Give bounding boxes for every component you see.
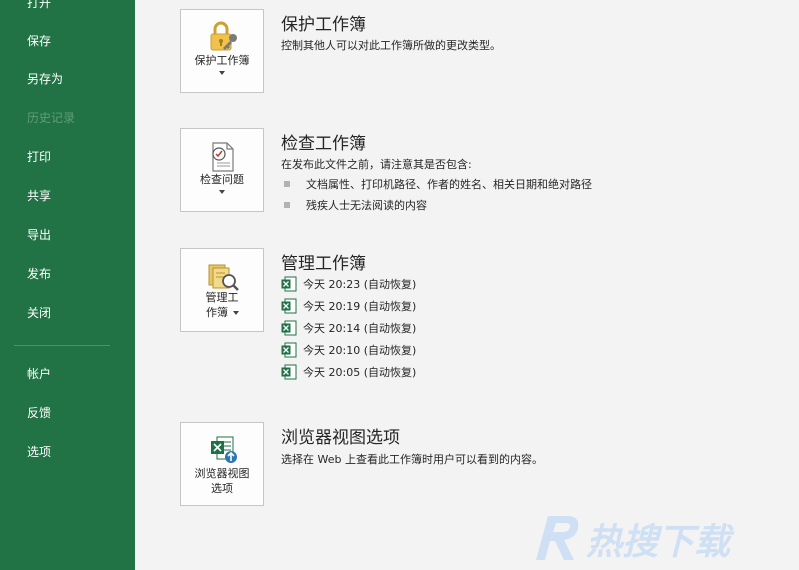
excel-file-icon — [281, 364, 297, 380]
nav-save[interactable]: 保存 — [27, 33, 51, 49]
info-panel: 保护工作簿 保护工作簿 控制其他人可以对此工作簿所做的更改类型。 检查问题 检查… — [135, 0, 799, 570]
browser-description: 选择在 Web 上查看此工作簿时用户可以看到的内容。 — [281, 453, 543, 466]
browser-title: 浏览器视图选项 — [281, 428, 400, 448]
excel-file-icon — [281, 342, 297, 358]
inspect-bullet-properties: 文档属性、打印机路径、作者的姓名、相关日期和绝对路径 — [306, 178, 592, 191]
bullet-marker — [284, 202, 290, 208]
nav-print[interactable]: 打印 — [27, 149, 51, 165]
bullet-marker — [284, 181, 290, 187]
nav-publish[interactable]: 发布 — [27, 266, 51, 282]
check-issues-button[interactable]: 检查问题 — [180, 128, 264, 212]
version-label: 今天 20:05 (自动恢复) — [303, 366, 417, 379]
browser-view-options-button[interactable]: 浏览器视图 选项 — [180, 422, 264, 506]
manage-tile-label-line1: 管理工 — [205, 291, 239, 304]
nav-account[interactable]: 帐户 — [27, 366, 51, 382]
document-check-icon — [212, 142, 234, 172]
version-label: 今天 20:23 (自动恢复) — [303, 278, 417, 291]
inspect-bullet-accessibility: 残疾人士无法阅读的内容 — [306, 199, 427, 212]
excel-file-icon — [281, 298, 297, 314]
chevron-down-icon — [233, 311, 239, 315]
inspect-title: 检查工作簿 — [281, 134, 366, 154]
nav-share[interactable]: 共享 — [27, 188, 51, 204]
excel-web-icon — [211, 436, 237, 463]
manage-versions-icon — [208, 264, 239, 291]
chevron-down-icon — [219, 71, 225, 75]
check-issues-tile-label: 检查问题 — [200, 173, 244, 186]
nav-separator — [14, 345, 110, 346]
version-label: 今天 20:10 (自动恢复) — [303, 344, 417, 357]
manage-title: 管理工作簿 — [281, 254, 366, 274]
excel-file-icon — [281, 276, 297, 292]
nav-close[interactable]: 关闭 — [27, 305, 51, 321]
browser-tile-label-line2: 选项 — [211, 482, 233, 495]
version-label: 今天 20:14 (自动恢复) — [303, 322, 417, 335]
protect-description: 控制其他人可以对此工作簿所做的更改类型。 — [281, 39, 501, 52]
backstage-sidebar: 打开 保存 另存为 历史记录 打印 共享 导出 发布 关闭 帐户 反馈 选项 — [0, 0, 135, 570]
watermark-text: 热搜下载 — [586, 522, 735, 563]
nav-history: 历史记录 — [27, 111, 76, 125]
nav-export[interactable]: 导出 — [27, 227, 51, 243]
manage-workbook-button[interactable]: 管理工 作簿 — [180, 248, 264, 332]
manage-tile-label-line2: 作簿 — [206, 306, 228, 319]
nav-options[interactable]: 选项 — [27, 444, 51, 460]
inspect-description: 在发布此文件之前，请注意其是否包含: — [281, 158, 472, 171]
nav-feedback[interactable]: 反馈 — [27, 405, 51, 421]
watermark-logo: 热搜下载 — [536, 516, 735, 563]
nav-save-as[interactable]: 另存为 — [27, 71, 63, 87]
browser-tile-label-line1: 浏览器视图 — [194, 467, 250, 480]
protect-title: 保护工作簿 — [281, 15, 366, 35]
protect-tile-label: 保护工作簿 — [194, 54, 250, 67]
excel-file-icon — [281, 320, 297, 336]
chevron-down-icon — [219, 190, 225, 194]
version-label: 今天 20:19 (自动恢复) — [303, 300, 417, 313]
lock-key-icon — [210, 21, 237, 51]
protect-workbook-button[interactable]: 保护工作簿 — [180, 9, 264, 93]
nav-open[interactable]: 打开 — [27, 0, 51, 11]
